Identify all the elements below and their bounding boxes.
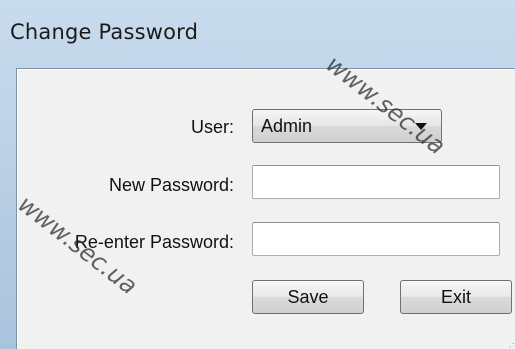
user-label: User: [190,117,234,137]
chevron-down-icon [415,123,427,130]
exit-button[interactable]: Exit [400,280,512,314]
resize-grip-icon[interactable]: ⋰⋰ [505,342,515,349]
dialog-client-area: User: Admin New Password: Re-enter Passw… [16,68,515,349]
user-select-value: Admin [261,116,313,136]
user-select[interactable]: Admin [252,109,442,143]
save-button[interactable]: Save [252,280,364,314]
new-password-label: New Password: [108,175,234,195]
reenter-password-label: Re-enter Password: [74,232,234,252]
window-title: Change Password [10,20,199,44]
reenter-password-field[interactable] [252,222,500,256]
change-password-window: Change Password User: Admin New Password… [0,0,515,349]
new-password-field[interactable] [252,165,500,199]
